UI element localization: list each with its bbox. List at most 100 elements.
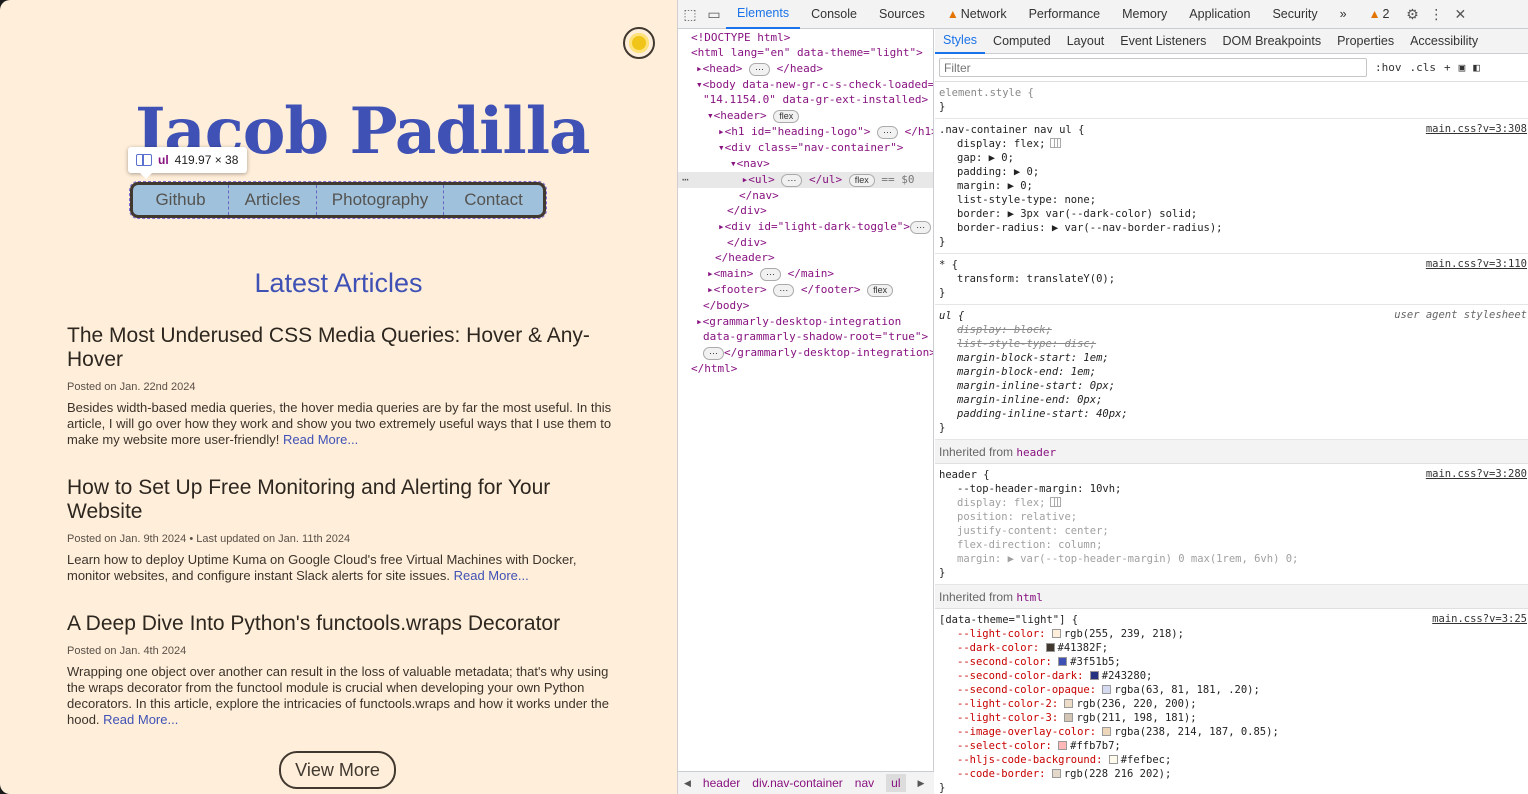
read-more-link[interactable]: Read More... xyxy=(454,568,529,583)
dom-grammarly-close[interactable]: ⋯ </grammarly-desktop-integration> xyxy=(703,345,933,360)
breadcrumb-header[interactable]: header xyxy=(703,776,740,790)
tab-styles[interactable]: Styles xyxy=(935,29,986,54)
dom-grammarly[interactable]: ▸<grammarly-desktop-integration xyxy=(696,314,901,329)
flexbox-editor-icon[interactable] xyxy=(1049,138,1061,148)
css-variable-declaration[interactable]: --light-color-3: rgb(211, 198, 181); xyxy=(939,711,1525,725)
css-variable-declaration[interactable]: --hljs-code-background: #fefbec; xyxy=(939,753,1525,767)
chevron-left-icon[interactable]: ◀ xyxy=(684,778,691,789)
nav-link-photography[interactable]: Photography xyxy=(317,185,444,215)
color-swatch-icon[interactable] xyxy=(1089,671,1099,680)
dom-header[interactable]: ▾<header> flex xyxy=(707,108,800,123)
css-variable-declaration[interactable]: --image-overlay-color: rgba(238, 214, 18… xyxy=(939,725,1525,739)
color-swatch-icon[interactable] xyxy=(1051,629,1061,638)
read-more-link[interactable]: Read More... xyxy=(283,432,358,447)
color-swatch-icon[interactable] xyxy=(1064,713,1074,722)
dom-div-close[interactable]: </div> xyxy=(727,235,767,250)
nav-link-contact[interactable]: Contact xyxy=(444,185,543,215)
css-declaration[interactable]: padding: ▶ 0; xyxy=(939,165,1525,179)
styles-filter-input[interactable] xyxy=(939,58,1367,77)
dom-html[interactable]: <html lang="en" data-theme="light"> xyxy=(691,45,923,60)
css-declaration[interactable]: display: flex; xyxy=(939,496,1525,510)
color-swatch-icon[interactable] xyxy=(1064,699,1074,708)
tab-performance[interactable]: Performance xyxy=(1018,0,1112,29)
css-variable-declaration[interactable]: --select-color: #ffb7b7; xyxy=(939,739,1525,753)
nav-link-articles[interactable]: Articles xyxy=(229,185,317,215)
tab-memory[interactable]: Memory xyxy=(1111,0,1178,29)
tab-sources[interactable]: Sources xyxy=(868,0,936,29)
color-swatch-icon[interactable] xyxy=(1108,755,1118,764)
css-declaration[interactable]: border-radius: ▶ var(--nav-border-radius… xyxy=(939,221,1525,235)
flexbox-editor-icon[interactable] xyxy=(1049,497,1061,507)
cls-toggle[interactable]: .cls xyxy=(1410,61,1437,74)
more-tabs-button[interactable]: » xyxy=(1329,0,1358,29)
tab-computed[interactable]: Computed xyxy=(985,29,1059,54)
css-declaration[interactable]: border: ▶ 3px var(--dark-color) solid; xyxy=(939,207,1525,221)
inspect-element-icon[interactable]: ⬚ xyxy=(678,2,702,26)
close-icon[interactable]: ✕ xyxy=(1448,2,1472,26)
dom-nav-close[interactable]: </nav> xyxy=(739,188,779,203)
rule-source-link[interactable]: main.css?v=3:25 xyxy=(1432,613,1527,625)
read-more-link[interactable]: Read More... xyxy=(103,712,178,727)
hov-toggle[interactable]: :hov xyxy=(1375,61,1402,74)
css-variable-declaration[interactable]: --dark-color: #41382F; xyxy=(939,641,1525,655)
dom-toggle-div[interactable]: ▸<div id="light-dark-toggle"> ⋯ xyxy=(718,219,932,234)
new-rule-icon[interactable]: + xyxy=(1444,61,1451,74)
nav-link-github[interactable]: Github xyxy=(133,185,229,215)
dom-body[interactable]: ▾<body data-new-gr-c-s-check-loaded= xyxy=(696,77,933,92)
dom-footer[interactable]: ▸<footer> ⋯ </footer> flex xyxy=(707,282,894,297)
css-variable-declaration[interactable]: --code-border: rgb(228 216 202); xyxy=(939,767,1525,781)
dom-html-close[interactable]: </html> xyxy=(691,361,737,376)
dom-body-close[interactable]: </body> xyxy=(703,298,749,313)
css-declaration[interactable]: justify-content: center; xyxy=(939,524,1525,538)
breadcrumb-nav-container[interactable]: div.nav-container xyxy=(752,776,843,790)
article-title[interactable]: The Most Underused CSS Media Queries: Ho… xyxy=(67,324,612,372)
css-declaration[interactable]: margin: ▶ var(--top-header-margin) 0 max… xyxy=(939,552,1525,566)
tab-network[interactable]: ▲ Network xyxy=(936,0,1018,29)
css-declaration[interactable]: display: flex; xyxy=(939,137,1525,151)
view-more-button[interactable]: View More xyxy=(279,751,396,789)
breadcrumb-nav[interactable]: nav xyxy=(855,776,874,790)
css-variable-declaration[interactable]: --second-color-dark: #243280; xyxy=(939,669,1525,683)
settings-gear-icon[interactable]: ⚙ xyxy=(1400,2,1424,26)
css-variable-declaration[interactable]: --second-color: #3f51b5; xyxy=(939,655,1525,669)
tab-properties[interactable]: Properties xyxy=(1329,29,1402,54)
paint-icon[interactable]: ▣ xyxy=(1459,61,1466,74)
color-swatch-icon[interactable] xyxy=(1102,685,1112,694)
warnings-badge[interactable]: ▲ 2 xyxy=(1358,0,1401,29)
css-declaration[interactable]: gap: ▶ 0; xyxy=(939,151,1525,165)
css-declaration[interactable]: position: relative; xyxy=(939,510,1525,524)
css-variable-declaration[interactable]: --second-color-opaque: rgba(63, 81, 181,… xyxy=(939,683,1525,697)
css-declaration[interactable]: --top-header-margin: 10vh; xyxy=(939,482,1525,496)
tab-dom-breakpoints[interactable]: DOM Breakpoints xyxy=(1214,29,1329,54)
tab-accessibility[interactable]: Accessibility xyxy=(1402,29,1486,54)
color-swatch-icon[interactable] xyxy=(1051,769,1061,778)
tab-console[interactable]: Console xyxy=(800,0,868,29)
dom-head[interactable]: ▸<head> ⋯ </head> xyxy=(696,61,823,76)
dom-header-close[interactable]: </header> xyxy=(715,250,775,265)
device-toolbar-icon[interactable]: ▭ xyxy=(702,2,726,26)
css-declaration[interactable]: margin: ▶ 0; xyxy=(939,179,1525,193)
tab-layout[interactable]: Layout xyxy=(1059,29,1113,54)
rule-source-link[interactable]: main.css?v=3:280 xyxy=(1426,468,1527,480)
chevron-right-icon[interactable]: ▶ xyxy=(918,778,925,789)
dom-nav-container[interactable]: ▾<div class="nav-container"> xyxy=(718,140,903,155)
dom-main[interactable]: ▸<main> ⋯ </main> xyxy=(707,266,834,281)
dom-ul-selected[interactable]: ⋯ ▸<ul> ⋯ </ul> flex == $0 xyxy=(682,172,915,187)
tab-event-listeners[interactable]: Event Listeners xyxy=(1112,29,1214,54)
rule-source-link[interactable]: main.css?v=3:110 xyxy=(1426,258,1527,270)
dom-doctype[interactable]: <!DOCTYPE html> xyxy=(691,30,790,45)
tab-security[interactable]: Security xyxy=(1261,0,1328,29)
css-variable-declaration[interactable]: --light-color-2: rgb(236, 220, 200); xyxy=(939,697,1525,711)
color-swatch-icon[interactable] xyxy=(1058,657,1068,666)
dom-div-close[interactable]: </div> xyxy=(727,203,767,218)
dom-nav[interactable]: ▾<nav> xyxy=(730,156,770,171)
rule-source-link[interactable]: main.css?v=3:308 xyxy=(1426,123,1527,135)
color-swatch-icon[interactable] xyxy=(1058,741,1068,750)
tab-elements[interactable]: Elements xyxy=(726,0,801,29)
color-swatch-icon[interactable] xyxy=(1102,727,1112,736)
article-title[interactable]: A Deep Dive Into Python's functools.wrap… xyxy=(67,612,612,636)
article-title[interactable]: How to Set Up Free Monitoring and Alerti… xyxy=(67,476,612,524)
color-swatch-icon[interactable] xyxy=(1045,643,1055,652)
sidebar-toggle-icon[interactable]: ◧ xyxy=(1473,61,1480,74)
kebab-menu-icon[interactable]: ⋮ xyxy=(1424,2,1448,26)
